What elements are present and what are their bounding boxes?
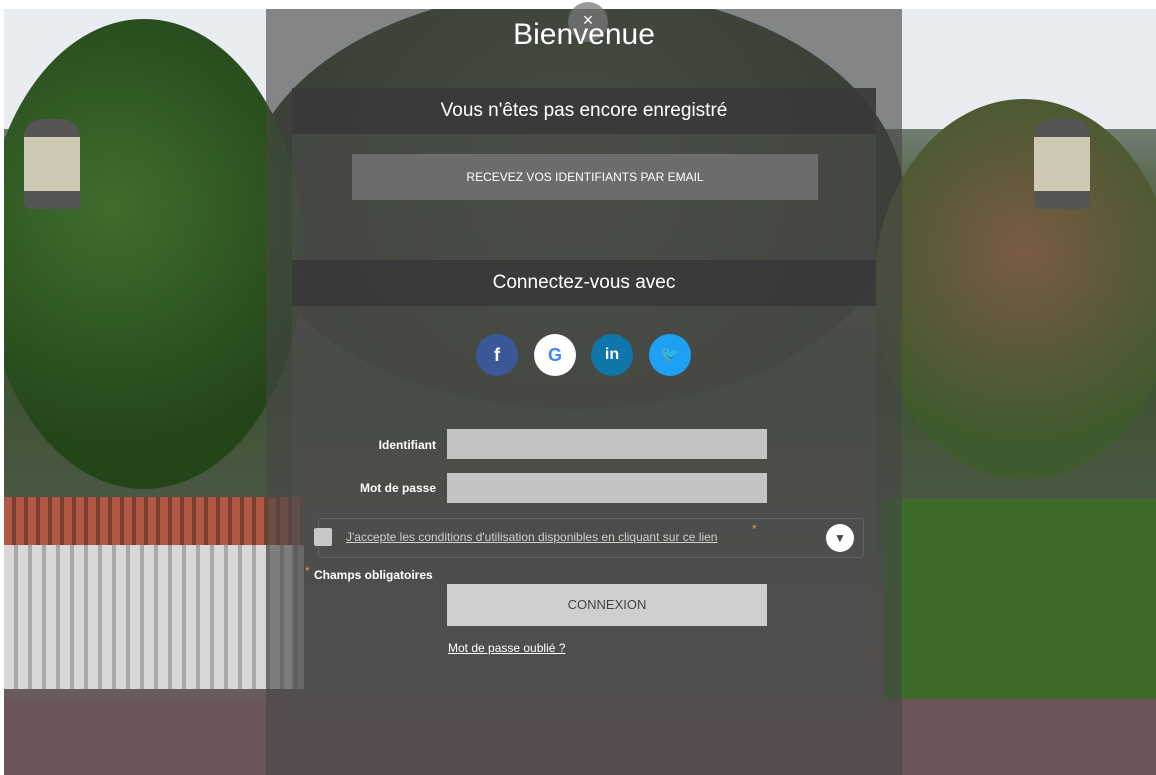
connexion-button[interactable]: CONNEXION: [447, 584, 767, 626]
street-lamp-right: [1034, 119, 1090, 209]
required-marker: *: [305, 564, 310, 578]
password-input[interactable]: [447, 473, 767, 503]
roof: [4, 497, 304, 545]
forgot-password-link[interactable]: Mot de passe oublié ?: [448, 641, 565, 655]
tree-right: [874, 99, 1156, 479]
hedge: [884, 499, 1156, 699]
identifiant-input[interactable]: [447, 429, 767, 459]
connect-with-heading: Connectez-vous avec: [292, 260, 876, 306]
facebook-icon[interactable]: f: [476, 334, 518, 376]
terms-link[interactable]: J'accepte les conditions d'utilisation d…: [346, 530, 717, 544]
terms-required-marker: *: [752, 522, 757, 536]
required-note: Champs obligatoires: [314, 568, 433, 582]
not-registered-heading: Vous n'êtes pas encore enregistré: [292, 88, 876, 134]
google-icon[interactable]: G: [534, 334, 576, 376]
password-label: Mot de passe: [359, 481, 436, 495]
linkedin-icon[interactable]: in: [591, 334, 633, 376]
email-credentials-button[interactable]: RECEVEZ VOS IDENTIFIANTS PAR EMAIL: [352, 154, 818, 200]
dialog-title: Bienvenue: [513, 18, 655, 51]
terms-checkbox[interactable]: [314, 528, 332, 546]
identifiant-label: Identifiant: [378, 438, 436, 452]
fence: [4, 545, 304, 689]
twitter-icon[interactable]: 🐦: [649, 334, 691, 376]
chevron-down-icon[interactable]: ▼: [826, 524, 854, 552]
street-lamp-left: [24, 119, 80, 209]
